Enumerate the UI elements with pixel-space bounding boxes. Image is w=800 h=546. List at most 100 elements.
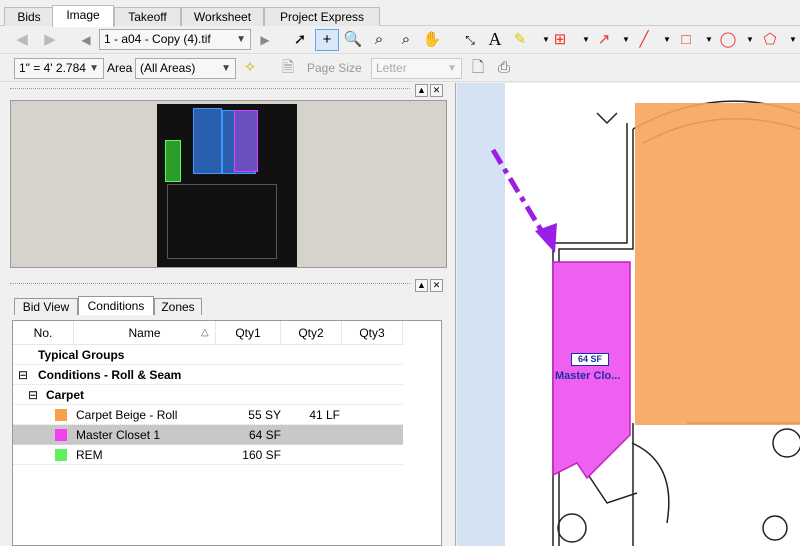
- collapse-icon[interactable]: ⊟: [28, 385, 38, 405]
- text-icon[interactable]: A: [485, 29, 505, 49]
- tab-worksheet[interactable]: Worksheet: [181, 7, 264, 26]
- group-name: Conditions - Roll & Seam: [38, 368, 182, 382]
- left-panel: ▲ ✕ ▲ ✕ Bid View Conditions Zones No. Na…: [0, 83, 456, 546]
- chevron-down-icon: ▼: [236, 34, 246, 45]
- dropdown-arrow-icon[interactable]: ▼: [576, 30, 596, 50]
- sort-ascending-icon: △: [201, 327, 209, 338]
- column-header-qty2[interactable]: Qty2: [281, 321, 342, 345]
- dropdown-arrow-icon[interactable]: ▼: [657, 30, 677, 50]
- stamp-icon[interactable]: ⊞: [550, 30, 570, 50]
- chevron-down-icon: ▼: [89, 63, 99, 74]
- group-name: Typical Groups: [38, 348, 125, 362]
- thumbnail-view[interactable]: [10, 100, 447, 268]
- column-header-name[interactable]: Name: [74, 321, 216, 345]
- grid-header: No. Name △ Qty1 Qty2 Qty3: [13, 321, 403, 345]
- qty1-value: 55 SY: [248, 408, 281, 422]
- tab-project-express[interactable]: Project Express: [264, 7, 380, 26]
- qty1-value: 64 SF: [248, 428, 281, 442]
- table-row[interactable]: Carpet Beige - Roll 55 SY 41 LF: [13, 405, 403, 425]
- thumbnail-image: [157, 104, 297, 267]
- dropdown-arrow-icon[interactable]: ▼: [783, 30, 800, 50]
- table-row[interactable]: REM 160 SF: [13, 445, 403, 465]
- rectangle-icon[interactable]: □: [676, 30, 696, 50]
- closet-overlay: [490, 148, 631, 480]
- print-icon[interactable]: ⎙: [494, 58, 514, 78]
- zoom-area-icon[interactable]: ⌕: [396, 30, 416, 50]
- minimize-button[interactable]: ▲: [415, 84, 428, 97]
- dropdown-arrow-icon[interactable]: ▼: [616, 30, 636, 50]
- table-row[interactable]: ⊟ Carpet: [13, 385, 403, 405]
- panel-grip[interactable]: [10, 88, 410, 89]
- tab-takeoff[interactable]: Takeoff: [114, 7, 181, 26]
- tab-image[interactable]: Image: [52, 5, 114, 27]
- zoom-icon[interactable]: 🔍: [343, 30, 363, 50]
- new-page-icon[interactable]: 🗋: [468, 58, 488, 78]
- arrow-icon[interactable]: ↗: [594, 30, 614, 50]
- panel-grip[interactable]: [10, 283, 410, 284]
- qty2-value: 41 LF: [309, 408, 340, 422]
- drawing-canvas[interactable]: 64 SF Master Clo...: [457, 83, 800, 546]
- condition-name: Carpet Beige - Roll: [76, 408, 178, 422]
- qty1-value: 160 SF: [242, 448, 281, 462]
- area-name-label: Master Clo...: [555, 370, 621, 382]
- polygon-icon[interactable]: ⬠: [760, 30, 780, 50]
- table-row[interactable]: Typical Groups: [13, 345, 403, 365]
- measure-icon[interactable]: ⤡: [460, 30, 480, 50]
- thumb-lines: [167, 184, 277, 259]
- tab-bids[interactable]: Bids: [4, 7, 54, 26]
- thumb-rem-area: [165, 140, 181, 182]
- pan-hand-icon[interactable]: ✋: [422, 30, 442, 50]
- condition-name: REM: [76, 448, 103, 462]
- area-select[interactable]: (All Areas) ▼: [135, 58, 236, 79]
- scale-toolbar: 1" = 4' 2.784 ▼ Area (All Areas) ▼ ✧ 🗎 Pag…: [0, 55, 800, 82]
- zoom-window-icon[interactable]: ⌕: [369, 30, 389, 50]
- table-row[interactable]: ⊟ Conditions - Roll & Seam: [13, 365, 403, 385]
- tab-bid-view[interactable]: Bid View: [14, 298, 78, 315]
- close-button[interactable]: ✕: [430, 279, 443, 292]
- thumb-area: [193, 108, 222, 174]
- close-button[interactable]: ✕: [430, 84, 443, 97]
- navigation-toolbar: ◀ ▶ ◀ 1 - a04 - Copy (4).tif ▼ ▶ ➚ + 🔍 ⌕ …: [0, 27, 800, 54]
- thumb-closet-area: [234, 110, 258, 172]
- file-select[interactable]: 1 - a04 - Copy (4).tif ▼: [99, 29, 251, 50]
- column-header-qty3[interactable]: Qty3: [342, 321, 403, 345]
- tab-zones[interactable]: Zones: [154, 298, 202, 315]
- dropdown-arrow-icon[interactable]: ▼: [699, 30, 719, 50]
- minimize-button[interactable]: ▲: [415, 279, 428, 292]
- page-setup-icon[interactable]: 🗎: [278, 58, 298, 78]
- chevron-down-icon: ▼: [447, 63, 457, 74]
- chevron-down-icon: ▼: [221, 63, 231, 74]
- scale-value: 1" = 4' 2.784: [19, 61, 86, 75]
- ellipse-icon[interactable]: ◯: [718, 30, 738, 50]
- area-qty-label: 64 SF: [571, 353, 609, 366]
- highlighter-icon[interactable]: ✎: [510, 30, 530, 50]
- condition-color-swatch: [55, 449, 67, 461]
- column-header-no[interactable]: No.: [13, 321, 74, 345]
- dropdown-arrow-icon[interactable]: ▼: [740, 30, 760, 50]
- tab-conditions[interactable]: Conditions: [78, 296, 154, 315]
- condition-color-swatch: [55, 429, 67, 441]
- pointer-icon[interactable]: ➚: [290, 30, 310, 50]
- page-size-value: Letter: [376, 61, 407, 75]
- file-select-value: 1 - a04 - Copy (4).tif: [104, 32, 211, 46]
- group-name: Carpet: [46, 388, 85, 402]
- line-icon[interactable]: ╱: [634, 30, 654, 50]
- magic-wand-icon[interactable]: ✧: [240, 58, 260, 78]
- table-row[interactable]: Master Closet 1 64 SF: [13, 425, 403, 445]
- page-size-label: Page Size: [307, 61, 362, 75]
- condition-color-swatch: [55, 409, 67, 421]
- collapse-icon[interactable]: ⊟: [18, 365, 28, 385]
- back-icon[interactable]: ◀: [12, 30, 32, 50]
- crosshair-icon[interactable]: +: [315, 29, 339, 51]
- pointer-arrow-shaft: [490, 148, 547, 237]
- prev-page-icon[interactable]: ◀: [76, 30, 96, 50]
- forward-icon[interactable]: ▶: [40, 30, 60, 50]
- next-page-icon[interactable]: ▶: [255, 30, 275, 50]
- column-header-qty1[interactable]: Qty1: [216, 321, 281, 345]
- main-tabbar: Bids Image Takeoff Worksheet Project Exp…: [0, 0, 800, 27]
- page-size-select[interactable]: Letter ▼: [371, 58, 462, 79]
- condition-name: Master Closet 1: [76, 428, 161, 442]
- area-label: Area: [107, 61, 133, 75]
- area-value: (All Areas): [140, 61, 196, 75]
- scale-select[interactable]: 1" = 4' 2.784 ▼: [14, 58, 104, 79]
